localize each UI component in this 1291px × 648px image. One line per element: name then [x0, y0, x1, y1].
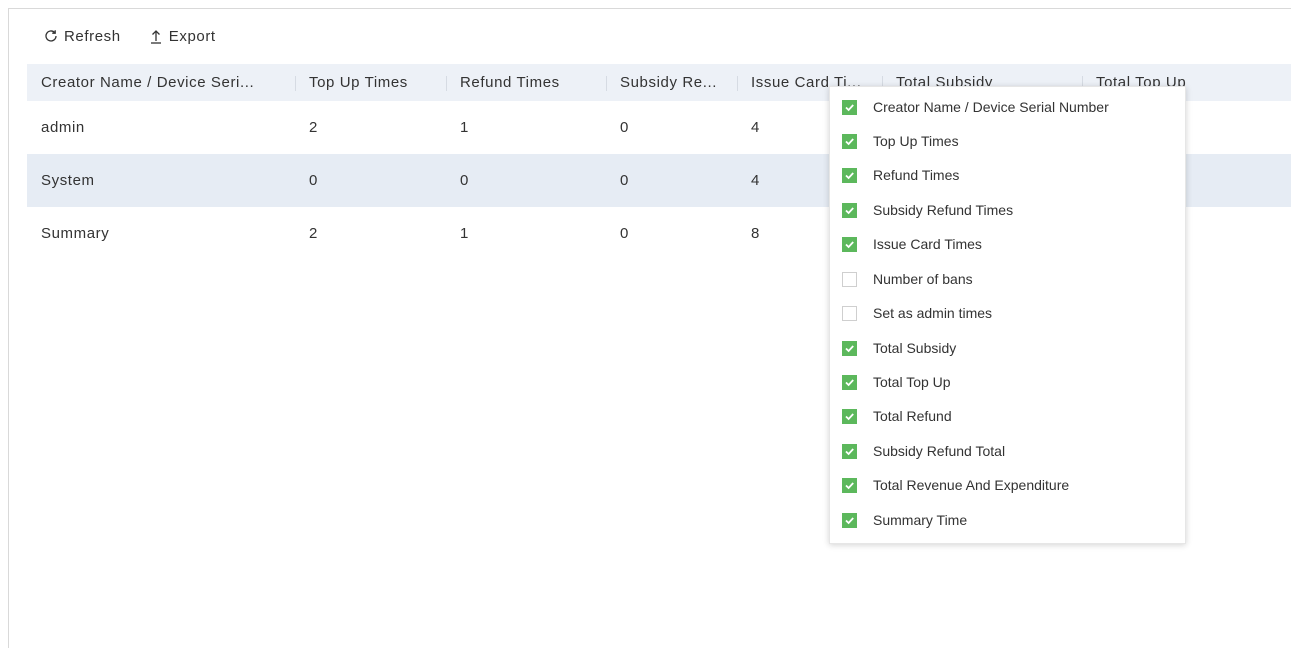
checkbox[interactable] [842, 408, 857, 424]
column-option-refund-times[interactable]: Refund Times [830, 158, 1185, 192]
cell-subsidy-refund-times: 0 [620, 172, 629, 189]
cell-creator: Summary [41, 225, 110, 242]
checkbox[interactable] [842, 133, 857, 149]
column-option-total-refund[interactable]: Total Refund [830, 399, 1185, 433]
cell-subsidy-refund-times: 0 [620, 225, 629, 242]
column-option-subsidy-refund-times[interactable]: Subsidy Refund Times [830, 193, 1185, 227]
column-option-number-of-bans[interactable]: Number of bans [830, 262, 1185, 296]
refresh-button[interactable]: Refresh [44, 28, 121, 45]
export-button[interactable]: Export [149, 28, 216, 45]
checkbox[interactable] [842, 271, 857, 287]
column-option-top-up-times[interactable]: Top Up Times [830, 124, 1185, 158]
column-header-refund-times[interactable]: Refund Times [446, 74, 606, 91]
cell-subsidy-refund-times: 0 [620, 119, 629, 136]
check-icon [845, 240, 854, 248]
column-option-label: Subsidy Refund Times [873, 202, 1014, 218]
column-header-top-up-times[interactable]: Top Up Times [295, 74, 446, 91]
column-option-label: Total Subsidy [873, 340, 957, 356]
checkbox[interactable] [842, 167, 857, 183]
column-option-creator[interactable]: Creator Name / Device Serial Number [830, 90, 1185, 124]
column-option-total-revenue-and-expenditure[interactable]: Total Revenue And Expenditure [830, 468, 1185, 502]
column-option-label: Subsidy Refund Total [873, 443, 1006, 459]
column-option-label: Creator Name / Device Serial Number [873, 99, 1109, 115]
checkbox[interactable] [842, 99, 857, 115]
checkbox[interactable] [842, 236, 857, 252]
column-header-creator[interactable]: Creator Name / Device Seri... [27, 74, 295, 91]
check-icon [845, 344, 854, 352]
export-label: Export [168, 27, 216, 45]
cell-creator: System [41, 172, 95, 189]
column-option-label: Total Refund [873, 408, 952, 424]
check-icon [845, 412, 854, 420]
column-option-label: Total Revenue And Expenditure [873, 477, 1070, 493]
check-icon [845, 206, 854, 214]
cell-refund-times: 1 [460, 119, 469, 136]
toolbar: Refresh Export [44, 26, 244, 46]
cell-top-up-times: 2 [309, 119, 318, 136]
check-icon [845, 516, 854, 524]
check-icon [845, 481, 854, 489]
checkbox[interactable] [842, 477, 857, 493]
column-option-issue-card-times[interactable]: Issue Card Times [830, 227, 1185, 261]
export-icon [150, 29, 161, 44]
refresh-label: Refresh [64, 27, 121, 45]
column-option-label: Refund Times [873, 167, 960, 183]
checkbox[interactable] [842, 305, 857, 321]
column-header-subsidy-refund-times[interactable]: Subsidy Re... [606, 74, 737, 91]
cell-refund-times: 1 [460, 225, 469, 242]
check-icon [845, 137, 854, 145]
column-option-summary-time[interactable]: Summary Time [830, 503, 1185, 537]
checkbox[interactable] [842, 374, 857, 390]
column-option-label: Top Up Times [873, 133, 959, 149]
column-option-label: Summary Time [873, 512, 968, 528]
cell-refund-times: 0 [460, 172, 469, 189]
checkbox[interactable] [842, 340, 857, 356]
refresh-icon [45, 30, 57, 42]
column-option-label: Set as admin times [873, 305, 993, 321]
cell-top-up-times: 2 [309, 225, 318, 242]
check-icon [845, 103, 854, 111]
checkbox[interactable] [842, 443, 857, 459]
check-icon [845, 447, 854, 455]
column-option-label: Issue Card Times [873, 236, 982, 252]
column-option-total-subsidy[interactable]: Total Subsidy [830, 331, 1185, 365]
column-option-subsidy-refund-total[interactable]: Subsidy Refund Total [830, 434, 1185, 468]
column-option-set-as-admin-times[interactable]: Set as admin times [830, 296, 1185, 330]
column-option-label: Number of bans [873, 271, 973, 287]
checkbox[interactable] [842, 512, 857, 528]
column-picker-dropdown: Creator Name / Device Serial Number Top … [829, 86, 1186, 544]
cell-top-up-times: 0 [309, 172, 318, 189]
checkbox[interactable] [842, 202, 857, 218]
column-option-label: Total Top Up [873, 374, 951, 390]
column-option-total-top-up[interactable]: Total Top Up [830, 365, 1185, 399]
check-icon [845, 378, 854, 386]
cell-creator: admin [41, 119, 85, 136]
check-icon [845, 171, 854, 179]
